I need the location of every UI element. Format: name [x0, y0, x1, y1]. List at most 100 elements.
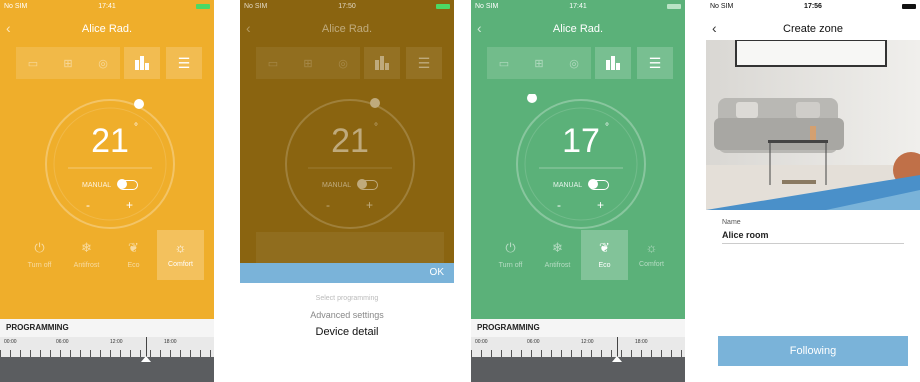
name-label: Name — [722, 219, 741, 226]
status-bar: No SIM 17:56 — [706, 0, 920, 14]
radiator-icon[interactable]: ⊞ — [522, 47, 556, 79]
temperature-dial[interactable]: 21 ° MANUAL - + — [40, 94, 180, 234]
menu-icon[interactable]: ☰ — [166, 47, 202, 79]
status-bar: No SIM 17:41 — [0, 0, 214, 14]
manual-toggle[interactable] — [357, 179, 378, 190]
decrease-button[interactable]: - — [557, 198, 561, 212]
power-icon: ⏻ — [34, 240, 45, 255]
timeline-ticks — [0, 350, 214, 357]
nav-bar: ‹ Alice Rad. — [240, 18, 454, 42]
battery-icon — [436, 4, 450, 9]
program-icon[interactable]: ◎ — [557, 47, 591, 79]
sun-icon: ☼ — [645, 240, 658, 255]
battery-icon — [667, 4, 681, 9]
program-icon[interactable]: ◎ — [326, 47, 360, 79]
radiator-icon[interactable]: ⊞ — [51, 47, 85, 79]
status-time: 17:50 — [338, 3, 356, 10]
timeline-ticks — [471, 350, 685, 357]
bar-chart-icon[interactable] — [364, 47, 400, 79]
menu-icon[interactable]: ☰ — [637, 47, 673, 79]
screen-create-zone: No SIM 17:56 ‹ Create zone Name Alice ro… — [706, 0, 920, 382]
screen-device-orange: No SIM 17:41 ‹ Alice Rad. ▭ ⊞ ◎ ☰ 21 ° M… — [0, 0, 214, 382]
radiator-icon[interactable]: ⊞ — [291, 47, 325, 79]
zone-name-field[interactable]: Alice room — [722, 230, 769, 240]
decrease-button[interactable]: - — [326, 198, 330, 212]
option-advanced-settings[interactable]: Advanced settings — [240, 310, 454, 320]
page-title: Alice Rad. — [552, 23, 604, 35]
bar-chart-icon[interactable] — [595, 47, 631, 79]
option-select-programming[interactable]: Select programming — [240, 295, 454, 302]
status-bar: No SIM 17:41 — [471, 0, 685, 14]
status-time: 17:41 — [98, 3, 116, 10]
degree-symbol: ° — [374, 122, 378, 133]
option-device-detail[interactable]: Device detail — [240, 326, 454, 338]
mode-comfort[interactable]: ☼ Comfort — [628, 230, 675, 280]
manual-label: MANUAL — [553, 182, 583, 189]
programming-timeline[interactable]: 00:00 06:00 12:00 18:00 — [0, 337, 214, 357]
toolbar: ▭ ⊞ ◎ ☰ — [16, 47, 202, 79]
screen-device-green: No SIM 17:41 ‹ Alice Rad. ▭ ⊞ ◎ ☰ 17 ° M… — [471, 0, 685, 382]
snowflake-icon: ❄ — [552, 240, 563, 255]
programming-bar — [471, 356, 685, 382]
toolbar: ▭ ⊞ ◎ ☰ — [487, 47, 673, 79]
nav-bar: ‹ Alice Rad. — [0, 18, 214, 42]
toolbar-group: ▭ ⊞ ◎ — [487, 47, 591, 79]
mode-selector: ⏻ Turn off ❄ Antifrost ❦ Eco ☼ Comfort — [487, 230, 675, 280]
timeline-cursor — [146, 337, 147, 357]
nav-bar: ‹ Alice Rad. — [471, 18, 685, 42]
degree-symbol: ° — [605, 122, 609, 133]
programming-timeline[interactable]: 00:00 06:00 12:00 18:00 — [471, 337, 685, 357]
dial-handle[interactable] — [370, 98, 380, 108]
battery-icon — [196, 4, 210, 9]
mode-eco[interactable]: ❦ Eco — [581, 230, 628, 280]
ok-button[interactable]: OK — [430, 267, 444, 278]
mode-turn-off[interactable]: ⏻ Turn off — [487, 230, 534, 280]
decrease-button[interactable]: - — [86, 198, 90, 212]
temperature-value: 17 — [562, 122, 600, 160]
manual-label: MANUAL — [322, 182, 352, 189]
power-icon: ⏻ — [505, 240, 516, 255]
degree-symbol: ° — [134, 122, 138, 133]
toolbar: ▭ ⊞ ◎ ☰ — [256, 47, 442, 79]
leaf-icon: ❦ — [599, 240, 610, 255]
zone-photo — [706, 40, 920, 210]
field-underline — [722, 243, 904, 244]
programming-header: PROGRAMMING — [0, 319, 214, 337]
screen-action-sheet: No SIM 17:50 ‹ Alice Rad. ▭ ⊞ ◎ ☰ 21 ° M… — [240, 0, 454, 382]
page-title: Alice Rad. — [81, 23, 133, 35]
manual-toggle[interactable] — [117, 179, 138, 190]
calendar-icon[interactable]: ▭ — [487, 47, 521, 79]
increase-button[interactable]: + — [597, 198, 604, 212]
bar-chart-icon[interactable] — [124, 47, 160, 79]
toolbar-group: ▭ ⊞ ◎ — [16, 47, 120, 79]
temperature-dial[interactable]: 21 ° MANUAL - + — [280, 94, 420, 234]
menu-icon[interactable]: ☰ — [406, 47, 442, 79]
temperature-value: 21 — [331, 122, 369, 160]
mode-eco[interactable]: ❦ Eco — [110, 230, 157, 280]
timeline-cursor — [617, 337, 618, 357]
dial-handle[interactable] — [527, 94, 537, 103]
status-bar: No SIM 17:50 — [240, 0, 454, 14]
mode-antifrost[interactable]: ❄ Antifrost — [534, 230, 581, 280]
battery-icon — [902, 4, 916, 9]
increase-button[interactable]: + — [366, 198, 373, 212]
pointer-icon — [141, 356, 151, 362]
programming-bar — [0, 356, 214, 382]
mode-comfort[interactable]: ☼ Comfort — [157, 230, 204, 280]
leaf-icon: ❦ — [128, 240, 139, 255]
manual-toggle[interactable] — [588, 179, 609, 190]
increase-button[interactable]: + — [126, 198, 133, 212]
temperature-value: 21 — [91, 122, 129, 160]
calendar-icon[interactable]: ▭ — [16, 47, 50, 79]
program-icon[interactable]: ◎ — [86, 47, 120, 79]
calendar-icon[interactable]: ▭ — [256, 47, 290, 79]
status-time: 17:56 — [804, 3, 822, 10]
temperature-dial[interactable]: 17 ° MANUAL - + — [511, 94, 651, 234]
action-sheet: Select programming Advanced settings Dev… — [240, 283, 454, 382]
toolbar-group: ▭ ⊞ ◎ — [256, 47, 360, 79]
mode-turn-off[interactable]: ⏻ Turn off — [16, 230, 63, 280]
dial-handle[interactable] — [134, 99, 144, 109]
snowflake-icon: ❄ — [81, 240, 92, 255]
mode-antifrost[interactable]: ❄ Antifrost — [63, 230, 110, 280]
following-button[interactable]: Following — [718, 336, 908, 366]
